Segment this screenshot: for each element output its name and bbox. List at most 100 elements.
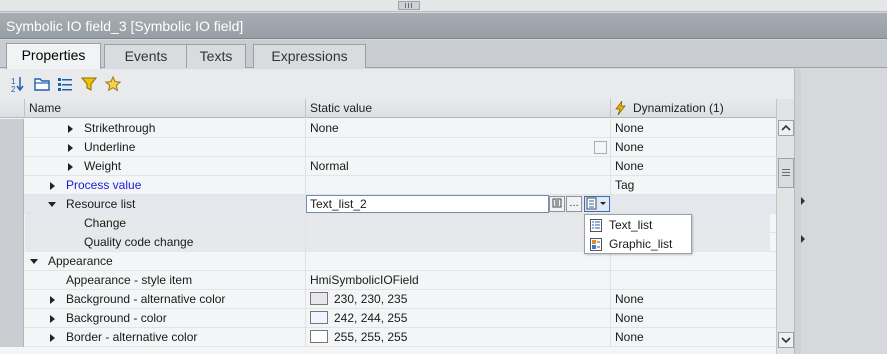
tab-bar: Properties Events Texts Expressions	[0, 40, 887, 69]
color-swatch[interactable]	[310, 292, 328, 305]
property-name: Appearance - style item	[66, 273, 193, 287]
expand-panel-icon[interactable]	[801, 235, 805, 243]
property-value[interactable]: None	[305, 119, 610, 138]
grid-header: Name Static value Dynamization (1)	[0, 99, 776, 118]
chevron-up-icon	[781, 124, 791, 131]
property-name: Resource list	[66, 197, 136, 211]
window-title: Symbolic IO field_3 [Symbolic IO field]	[0, 13, 887, 39]
side-panel-edge	[801, 69, 887, 354]
property-value[interactable]: 255, 255, 255	[305, 328, 610, 347]
scroll-down-button[interactable]	[778, 332, 794, 348]
text-list-icon	[590, 219, 602, 232]
splitter[interactable]	[794, 69, 801, 354]
list-view-icon	[552, 198, 562, 208]
collapse-arrow-icon[interactable]	[30, 259, 38, 264]
property-name: Weight	[84, 159, 122, 173]
list-type-dropdown: Text_list Graphic_list	[584, 214, 692, 254]
favorite-star-icon[interactable]	[104, 75, 122, 93]
property-name: Background - color	[66, 311, 167, 325]
graphic-list-icon	[590, 238, 602, 251]
color-swatch[interactable]	[310, 311, 328, 324]
scroll-thumb[interactable]	[398, 1, 420, 10]
dropdown-item-graphic-list[interactable]: Graphic_list	[585, 235, 691, 254]
property-name: Background - alternative color	[66, 292, 226, 306]
tab-properties[interactable]: Properties	[6, 43, 101, 69]
resource-list-input[interactable]: Text_list_2	[306, 195, 549, 213]
expand-panel-icon[interactable]	[801, 197, 805, 205]
table-row[interactable]: Underline None	[0, 138, 776, 157]
table-row[interactable]: Appearance - style item HmiSymbolicIOFie…	[0, 271, 776, 290]
sort-az-icon[interactable]: 1 2	[10, 75, 28, 93]
property-dynamization[interactable]: None	[610, 138, 770, 157]
property-dynamization[interactable]	[610, 252, 770, 271]
table-row[interactable]: Process value Tag	[0, 176, 776, 195]
table-row[interactable]: Background - color 242, 244, 255 None	[0, 309, 776, 328]
color-value: 242, 244, 255	[334, 311, 408, 325]
tab-events[interactable]: Events	[104, 44, 188, 68]
group-row[interactable]: Appearance	[0, 252, 776, 271]
header-dynamization[interactable]: Dynamization (1)	[610, 99, 770, 118]
expand-arrow-icon[interactable]	[50, 315, 55, 323]
collapse-arrow-icon[interactable]	[48, 202, 56, 207]
table-row[interactable]: Weight Normal None	[0, 157, 776, 176]
lightning-icon	[615, 101, 626, 115]
expand-arrow-icon[interactable]	[50, 182, 55, 190]
property-dynamization[interactable]: Tag	[610, 176, 770, 195]
property-name: Quality code change	[84, 235, 194, 249]
property-value[interactable]	[305, 138, 610, 157]
property-name: Change	[84, 216, 127, 230]
property-dynamization[interactable]: None	[610, 157, 770, 176]
dropdown-item-text-list[interactable]: Text_list	[585, 216, 691, 235]
property-name: Strikethrough	[84, 121, 156, 135]
property-name: Border - alternative color	[66, 330, 198, 344]
scroll-up-button[interactable]	[778, 120, 794, 136]
color-swatch[interactable]	[310, 330, 328, 343]
property-dynamization[interactable]: None	[610, 290, 770, 309]
property-name: Process value	[66, 178, 142, 192]
list-view-button[interactable]	[549, 196, 565, 212]
filter-icon[interactable]	[80, 75, 98, 93]
expand-arrow-icon[interactable]	[68, 125, 73, 133]
table-row-selected[interactable]: Resource list Text_list_2 …	[0, 195, 776, 214]
property-dynamization[interactable]	[610, 195, 770, 214]
property-value[interactable]	[305, 176, 610, 195]
property-dynamization[interactable]: None	[610, 328, 770, 347]
expand-arrow-icon[interactable]	[68, 163, 73, 171]
property-value[interactable]	[305, 233, 610, 252]
table-row[interactable]: Border - alternative color 255, 255, 255…	[0, 328, 776, 347]
header-static-value[interactable]: Static value	[305, 99, 610, 118]
folder-icon[interactable]	[33, 75, 51, 93]
expand-arrow-icon[interactable]	[50, 296, 55, 304]
text-list-type-icon	[586, 197, 606, 210]
property-name: Underline	[84, 140, 136, 154]
property-value[interactable]	[305, 252, 610, 271]
tab-expressions[interactable]: Expressions	[253, 44, 366, 68]
tab-texts[interactable]: Texts	[186, 44, 246, 68]
property-value[interactable]: 242, 244, 255	[305, 309, 610, 328]
top-scrollbar[interactable]	[0, 0, 887, 12]
expand-arrow-icon[interactable]	[50, 334, 55, 342]
underline-checkbox[interactable]	[594, 141, 607, 154]
property-dynamization[interactable]: None	[610, 119, 770, 138]
expand-arrow-icon[interactable]	[68, 144, 73, 152]
scroll-thumb[interactable]	[778, 158, 794, 188]
scrollbar-header-spacer	[776, 99, 794, 118]
property-value[interactable]: 230, 230, 235	[305, 290, 610, 309]
browse-button[interactable]: …	[566, 196, 582, 212]
dropdown-item-label: Text_list	[609, 218, 653, 232]
property-value[interactable]: HmiSymbolicIOField	[305, 271, 610, 290]
header-name[interactable]: Name	[24, 99, 305, 118]
property-dynamization[interactable]	[610, 271, 770, 290]
property-dynamization[interactable]: None	[610, 309, 770, 328]
table-row[interactable]: Background - alternative color 230, 230,…	[0, 290, 776, 309]
header-dynamization-label: Dynamization (1)	[633, 101, 724, 115]
dropdown-item-label: Graphic_list	[609, 237, 673, 251]
chevron-down-icon	[781, 337, 791, 344]
list-type-dropdown-button[interactable]	[584, 196, 610, 212]
toolbar: 1 2	[0, 69, 794, 99]
property-value[interactable]	[305, 214, 610, 233]
list-icon[interactable]	[56, 75, 74, 93]
table-row[interactable]: Strikethrough None None	[0, 119, 776, 138]
property-value[interactable]: Normal	[305, 157, 610, 176]
vertical-scrollbar[interactable]	[776, 118, 794, 354]
